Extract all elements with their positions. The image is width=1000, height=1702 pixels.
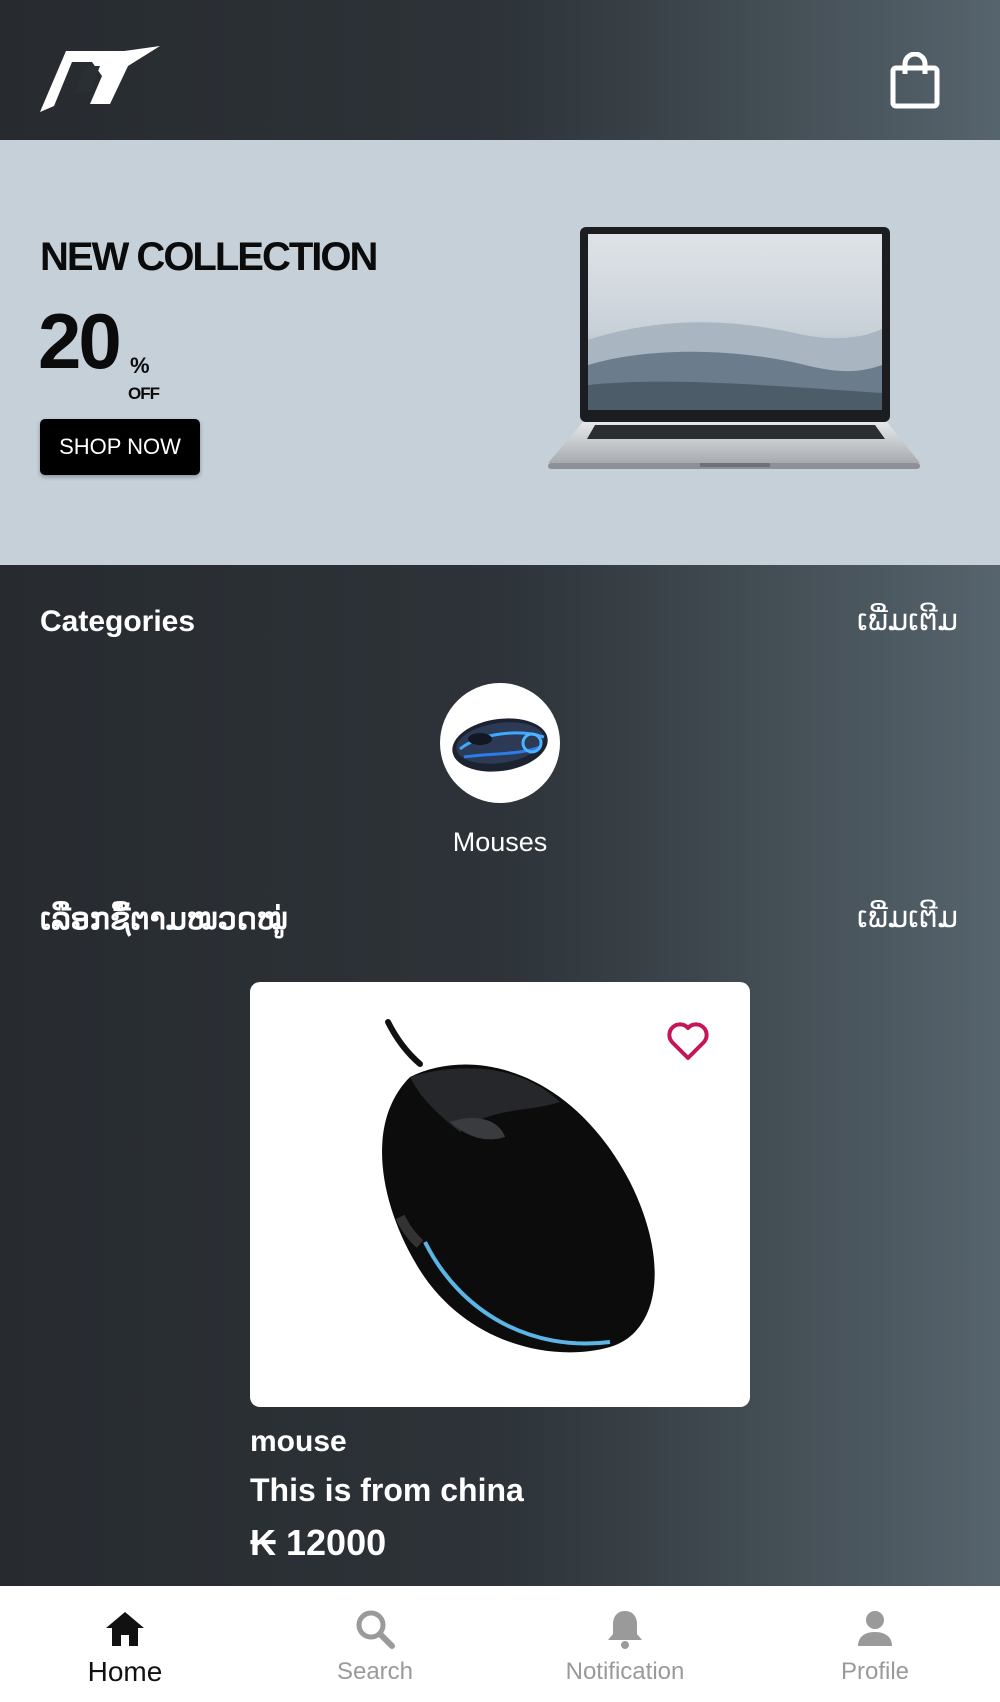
search-icon: [356, 1610, 395, 1649]
banner-title: NEW COLLECTION: [40, 235, 378, 279]
browse-title: ເລືອກຊື້ຕາມໝວດໝູ່: [40, 903, 288, 936]
person-icon: [858, 1611, 892, 1646]
nav-label: Search: [336, 1658, 414, 1685]
nav-label: Notification: [565, 1658, 685, 1685]
nav-label: Profile: [840, 1658, 910, 1685]
promo-banner: NEW COLLECTION 20 % OFF SHOP NOW: [0, 140, 1000, 565]
browse-more-link[interactable]: ເພີ່ມເຕີມ: [857, 900, 958, 934]
nav-search[interactable]: Search: [250, 1586, 500, 1702]
nav-home[interactable]: Home: [0, 1586, 250, 1702]
app-header: [0, 0, 1000, 140]
percent-sign: %: [130, 353, 150, 378]
product-image: [382, 1019, 655, 1353]
laptop-image: [548, 227, 920, 469]
favorite-heart-icon[interactable]: [665, 1020, 711, 1062]
shopping-bag-icon[interactable]: [888, 52, 942, 110]
nav-label: Home: [87, 1656, 163, 1687]
product-description: This is from china: [250, 1472, 524, 1508]
bell-icon: [608, 1611, 642, 1649]
product-card[interactable]: [250, 982, 750, 1407]
main-content: Categories ເພີ່ມເຕີມ Mouses ເລືອກຊື້ຕາມໝ…: [0, 565, 1000, 1586]
category-item[interactable]: Mouses: [430, 683, 570, 858]
gaming-mouse-icon: [452, 718, 548, 772]
discount-value: 20: [38, 297, 122, 385]
nav-notification[interactable]: Notification: [500, 1586, 750, 1702]
category-thumbnail: [440, 683, 560, 803]
product-name: mouse: [250, 1425, 347, 1458]
home-icon: [106, 1612, 144, 1646]
product-price: ₭ 12000: [250, 1522, 387, 1563]
nav-profile[interactable]: Profile: [750, 1586, 1000, 1702]
categories-more-link[interactable]: ເພີ່ມເຕີມ: [857, 603, 958, 637]
off-label: OFF: [128, 384, 160, 403]
bottom-navigation: Home Search Notification Profile: [0, 1586, 1000, 1702]
categories-title: Categories: [40, 605, 196, 638]
logo-icon: [40, 46, 160, 112]
category-label: Mouses: [452, 827, 548, 857]
shop-now-button[interactable]: SHOP NOW: [40, 419, 200, 475]
